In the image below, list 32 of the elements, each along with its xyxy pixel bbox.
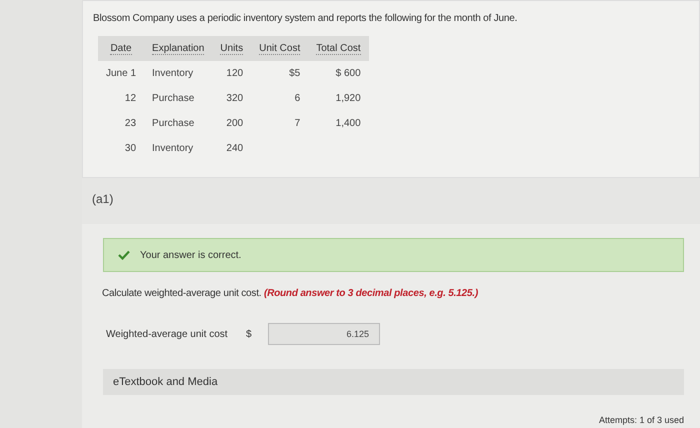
table-cell: $ 600 xyxy=(336,68,361,78)
column-header: Total Cost xyxy=(316,43,361,55)
feedback-text: Your answer is correct. xyxy=(140,248,242,262)
table-cell: 120 xyxy=(226,68,244,78)
table-cell: 320 xyxy=(226,92,244,104)
column-header: Date xyxy=(110,43,132,55)
column-header: Unit Cost xyxy=(259,43,300,55)
answer-label: Weighted-average unit cost xyxy=(106,328,229,342)
table-cell: 30 xyxy=(124,142,136,154)
table-cell: Inventory xyxy=(152,142,194,154)
column-header: Units xyxy=(220,43,244,55)
table-cell: Purchase xyxy=(152,92,194,104)
table-cell: June 1 xyxy=(106,68,136,78)
table-cell: 200 xyxy=(226,118,244,128)
question-text: Calculate weighted-average unit cost. (Round answer to 3 decimal places, e.g. 5.125.) xyxy=(102,287,479,301)
table-cell: 6 xyxy=(294,92,300,104)
column-header: Explanation xyxy=(152,43,204,55)
table-cell: 23 xyxy=(124,118,136,128)
table-cell: 1,400 xyxy=(336,118,361,128)
currency-symbol: $ xyxy=(246,328,253,342)
table-cell: $5 xyxy=(289,68,300,78)
table-cell: 1,920 xyxy=(336,92,361,104)
answer-field[interactable]: 6.125 xyxy=(268,323,380,345)
table-cell: 240 xyxy=(226,142,244,154)
resources-bar[interactable]: eTextbook and Media xyxy=(103,369,684,395)
table-cell: Inventory xyxy=(152,68,194,78)
attempts-text: Attempts: 1 of 3 used xyxy=(598,414,684,427)
table-cell: 7 xyxy=(294,118,300,128)
table-cell: 12 xyxy=(124,92,136,104)
problem-text: Blossom Company uses a periodic inventory system and reports the following for the month of June. xyxy=(93,12,518,26)
part-label: (a1) xyxy=(92,192,114,206)
table-cell: Purchase xyxy=(152,118,194,128)
